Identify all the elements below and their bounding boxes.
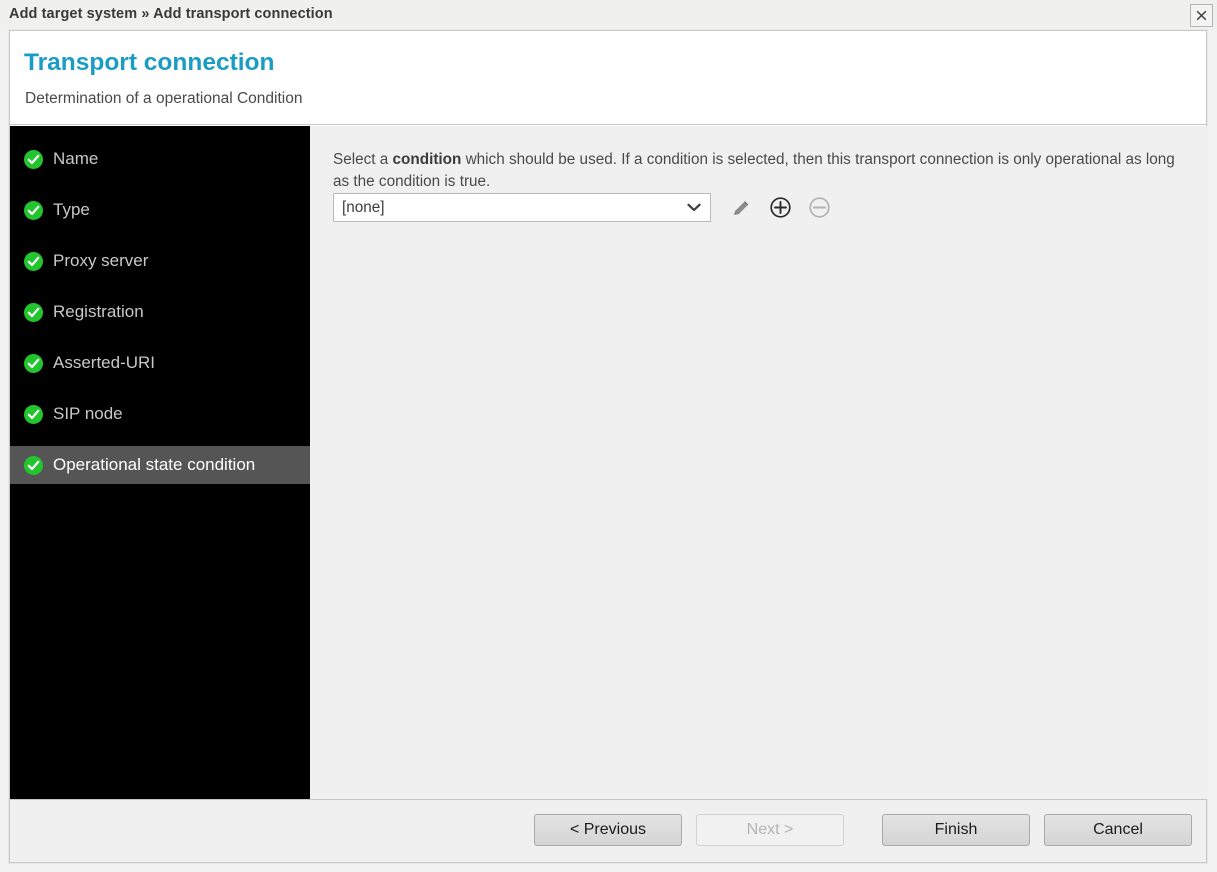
- add-circle-icon: [769, 197, 791, 218]
- description-text-bold: condition: [392, 151, 462, 169]
- page-subtitle: Determination of a operational Condition: [25, 90, 303, 107]
- sidebar-item-asserted-uri[interactable]: Asserted-URI: [10, 344, 310, 382]
- next-button[interactable]: Next >: [696, 814, 844, 846]
- check-circle-icon: [24, 200, 43, 220]
- check-circle-icon: [24, 149, 43, 169]
- sidebar-top-spacer: [10, 126, 310, 140]
- condition-select[interactable]: [none]: [333, 193, 711, 222]
- dialog-footer: < Previous Next > Finish Cancel: [10, 799, 1206, 862]
- check-circle-icon: [24, 302, 43, 322]
- sidebar-item-proxy-server[interactable]: Proxy server: [10, 242, 310, 280]
- sidebar-item-label: Operational state condition: [53, 455, 256, 474]
- remove-circle-icon: [808, 197, 830, 218]
- sidebar-item-type[interactable]: Type: [10, 191, 310, 229]
- content-area: Select a condition which should be used.…: [310, 126, 1208, 799]
- check-circle-icon: [24, 404, 43, 424]
- check-circle-icon: [24, 455, 43, 475]
- condition-description: Select a condition which should be used.…: [333, 149, 1178, 193]
- dialog-header: Transport connection Determination of a …: [10, 31, 1206, 125]
- add-condition-button[interactable]: [769, 197, 791, 219]
- wizard-step-sidebar: Name Type Proxy server Registration Asse…: [10, 126, 310, 799]
- page-title: Transport connection: [24, 49, 275, 76]
- sidebar-item-label: Registration: [53, 302, 144, 321]
- title-bar: Add target system » Add transport connec…: [0, 0, 1217, 31]
- condition-select-value: [none]: [342, 198, 385, 216]
- close-button[interactable]: [1190, 4, 1213, 27]
- finish-button[interactable]: Finish: [882, 814, 1030, 846]
- remove-condition-button[interactable]: [808, 197, 830, 219]
- sidebar-item-label: Name: [53, 149, 99, 168]
- previous-button[interactable]: < Previous: [534, 814, 682, 846]
- sidebar-item-label: Asserted-URI: [53, 353, 156, 372]
- check-circle-icon: [24, 251, 43, 271]
- chevron-down-icon: [687, 199, 701, 217]
- sidebar-item-name[interactable]: Name: [10, 140, 310, 178]
- close-icon: [1195, 9, 1208, 22]
- sidebar-item-operational-state-condition[interactable]: Operational state condition: [10, 446, 310, 484]
- check-circle-icon: [24, 353, 43, 373]
- sidebar-item-registration[interactable]: Registration: [10, 293, 310, 331]
- sidebar-item-label: SIP node: [53, 404, 123, 423]
- sidebar-item-label: Proxy server: [53, 251, 149, 270]
- cancel-button[interactable]: Cancel: [1044, 814, 1192, 846]
- condition-row: [none]: [333, 193, 830, 222]
- sidebar-item-sip-node[interactable]: SIP node: [10, 395, 310, 433]
- dialog-panel: Transport connection Determination of a …: [9, 30, 1208, 863]
- dialog-body: Name Type Proxy server Registration Asse…: [10, 126, 1208, 799]
- wizard-dialog: Add target system » Add transport connec…: [0, 0, 1217, 872]
- edit-condition-button[interactable]: [730, 197, 752, 219]
- sidebar-item-label: Type: [53, 200, 90, 219]
- description-text-lead: Select a: [333, 151, 393, 169]
- window-title: Add target system » Add transport connec…: [9, 6, 333, 22]
- edit-pencil-icon: [731, 198, 751, 218]
